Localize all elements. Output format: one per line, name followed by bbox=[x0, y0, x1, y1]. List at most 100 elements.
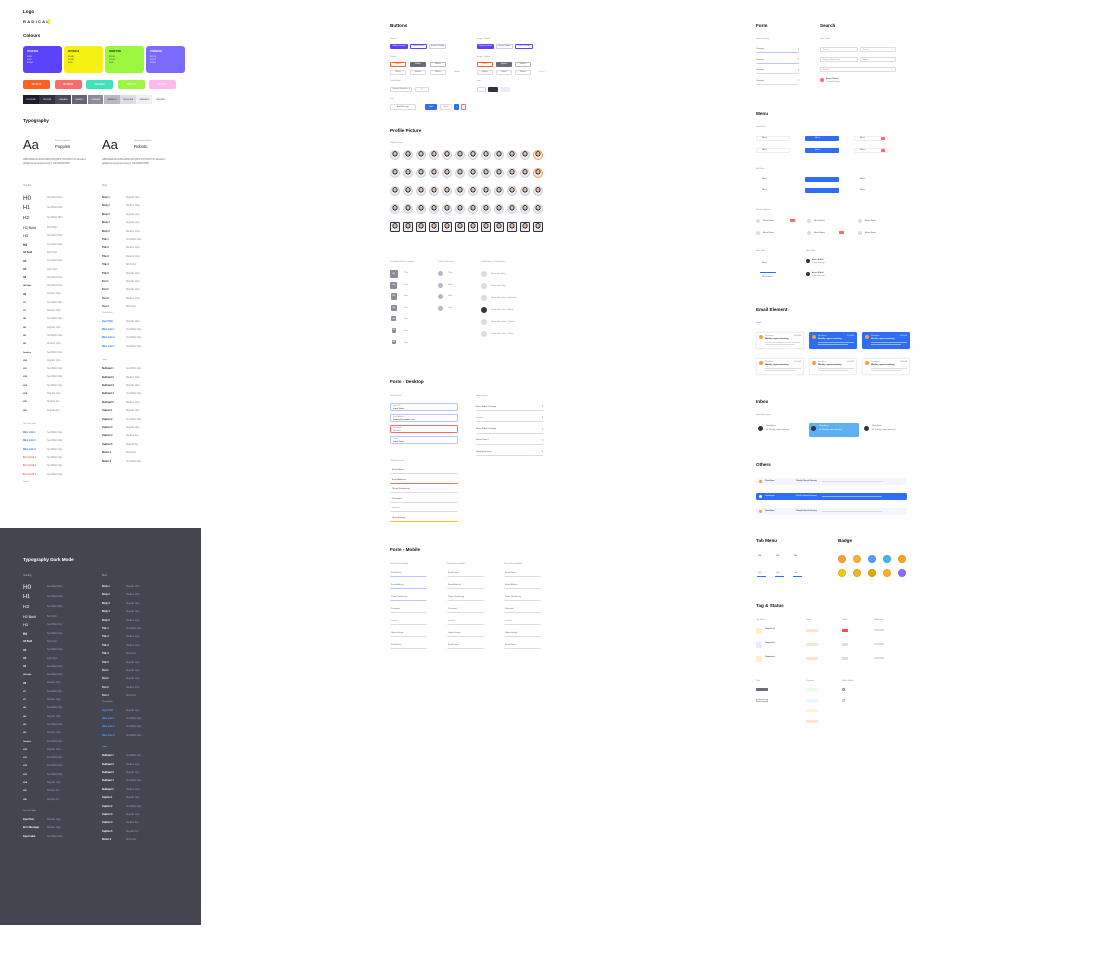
mobile-form-field[interactable]: Upload Image bbox=[504, 631, 541, 637]
icon-button-3[interactable] bbox=[500, 87, 510, 92]
button-large-hover[interactable]: Button Hover bbox=[496, 44, 513, 49]
button-disable[interactable]: Button Disable bbox=[429, 44, 446, 49]
menu-option-label[interactable]: Menu Name bbox=[865, 220, 876, 222]
country-select[interactable]: Country ▾ bbox=[756, 68, 799, 74]
mobile-form-field[interactable]: Email Address bbox=[390, 583, 427, 589]
button-outline-1[interactable]: Button bbox=[390, 62, 406, 67]
radio-switch[interactable] bbox=[842, 688, 845, 691]
form-field[interactable]: •••••••••• ▾ bbox=[476, 415, 544, 423]
mobile-form-field[interactable]: Upload Image bbox=[447, 631, 484, 637]
icon-button-2[interactable] bbox=[488, 87, 498, 92]
button-large-outline-1[interactable]: Button bbox=[477, 62, 493, 67]
avatar[interactable] bbox=[494, 204, 504, 214]
form-field[interactable]: Password •••••••••• bbox=[390, 425, 458, 433]
mobile-form-field[interactable]: Email Name bbox=[504, 643, 541, 649]
avatar[interactable] bbox=[455, 186, 465, 196]
avatar[interactable] bbox=[442, 204, 452, 214]
avatar[interactable] bbox=[442, 186, 452, 196]
avatar[interactable] bbox=[494, 186, 504, 196]
tab-item-active[interactable]: Tab bbox=[758, 572, 761, 574]
country-select[interactable]: Country ▾ bbox=[756, 58, 799, 64]
avatar[interactable] bbox=[442, 150, 452, 160]
email-card[interactable]: Rina Ayuni 09:00 AM Weekly report meeting bbox=[756, 332, 804, 349]
avatar[interactable] bbox=[468, 222, 478, 232]
avatar[interactable] bbox=[481, 204, 491, 214]
back-button[interactable]: Back bbox=[440, 104, 452, 110]
tab-item-active[interactable]: Tab bbox=[776, 572, 779, 574]
form-field[interactable]: Input Title Input Value bbox=[390, 403, 458, 411]
menu-option-label[interactable]: Menu Name bbox=[865, 232, 876, 234]
form-field[interactable]: Email Name bbox=[390, 468, 458, 474]
email-card[interactable]: Rina Ayuni 09:00 AM Weekly report meeting bbox=[862, 358, 910, 375]
radio-switch[interactable] bbox=[842, 699, 845, 702]
form-field[interactable]: Email Address testing@example.com bbox=[390, 414, 458, 422]
button-default[interactable]: Button Default bbox=[390, 44, 408, 49]
side-menu-item-active[interactable] bbox=[805, 147, 839, 153]
form-field[interactable]: Phone Numbering bbox=[390, 487, 458, 493]
avatar[interactable] bbox=[507, 204, 517, 214]
avatar[interactable] bbox=[429, 222, 439, 232]
avatar[interactable] bbox=[533, 168, 543, 178]
avatar[interactable] bbox=[416, 150, 426, 160]
close-icon[interactable]: × bbox=[461, 104, 466, 110]
avatar[interactable] bbox=[494, 150, 504, 160]
add-message-button[interactable]: Add Message bbox=[390, 104, 416, 110]
message-row[interactable]: Rina Ayuni Weekly Report Meeting bbox=[756, 508, 907, 515]
message-row[interactable]: Rina Ayuni Weekly Report Meeting bbox=[756, 478, 907, 485]
button-large-outline-7[interactable]: Button bbox=[535, 70, 549, 75]
tab-item-active[interactable]: Tab bbox=[794, 572, 797, 574]
mobile-form-field[interactable]: Phone Numbering bbox=[504, 595, 541, 601]
button-outline-2[interactable]: Button bbox=[410, 62, 426, 67]
country-select[interactable]: Country ▾ bbox=[756, 47, 799, 53]
filter-name[interactable]: Aswin Bakhil bbox=[812, 259, 823, 261]
button-outline-5[interactable]: Button bbox=[410, 70, 426, 75]
avatar[interactable] bbox=[468, 150, 478, 160]
avatar[interactable] bbox=[455, 168, 465, 178]
search-input-4[interactable]: Search bbox=[860, 57, 896, 62]
inbox-item[interactable]: Rina Ayuni Hi, Weekly report meeting bbox=[756, 423, 806, 437]
mobile-form-field[interactable]: Email Address bbox=[447, 583, 484, 589]
avatar[interactable] bbox=[403, 168, 413, 178]
mobile-form-field[interactable]: •••••••••• bbox=[390, 619, 427, 625]
mobile-form-field[interactable]: Password bbox=[390, 607, 427, 613]
mobile-form-field[interactable]: Email Name bbox=[390, 643, 427, 649]
avatar[interactable] bbox=[468, 168, 478, 178]
bar-menu-item-active[interactable] bbox=[805, 177, 839, 182]
avatar[interactable] bbox=[468, 186, 478, 196]
language-dropdown[interactable]: ▾ bbox=[415, 87, 429, 92]
bar-menu-item[interactable]: Menu bbox=[762, 189, 767, 191]
bar-menu-item[interactable]: Menu bbox=[860, 178, 865, 180]
button-hover[interactable]: Button Hover bbox=[410, 44, 427, 49]
button-large-default[interactable]: Button Default bbox=[477, 44, 494, 49]
avatar[interactable] bbox=[403, 186, 413, 196]
form-field[interactable]: Select Item 2 ▾ bbox=[476, 438, 544, 445]
menu-option-label[interactable]: Menu Name bbox=[763, 232, 774, 234]
search-input-1[interactable]: Search bbox=[820, 47, 858, 52]
avatar[interactable] bbox=[481, 222, 491, 232]
button-outline-3[interactable]: Button bbox=[430, 62, 446, 67]
avatar[interactable] bbox=[507, 168, 517, 178]
country-dropdown[interactable]: Country Selection ▾ bbox=[390, 87, 412, 92]
button-large-outline-3[interactable]: Button bbox=[515, 62, 531, 67]
avatar[interactable] bbox=[390, 204, 400, 214]
form-field[interactable]: Upload Image bbox=[390, 516, 458, 522]
email-card[interactable]: Rina Ayuni 09:00 AM Weekly report meeting bbox=[809, 358, 857, 375]
search-input-3[interactable]: Search Name Here bbox=[820, 57, 858, 62]
avatar[interactable] bbox=[455, 204, 465, 214]
avatar[interactable] bbox=[520, 204, 530, 214]
mobile-form-field[interactable]: Email Name bbox=[447, 643, 484, 649]
icon-button-1[interactable] bbox=[477, 87, 486, 92]
avatar[interactable] bbox=[403, 150, 413, 160]
button-large-outline-6[interactable]: Button bbox=[515, 70, 531, 75]
avatar[interactable] bbox=[403, 222, 413, 232]
avatar[interactable] bbox=[520, 186, 530, 196]
avatar[interactable] bbox=[455, 150, 465, 160]
avatar[interactable] bbox=[481, 168, 491, 178]
avatar[interactable] bbox=[390, 222, 400, 232]
avatar[interactable] bbox=[403, 204, 413, 214]
avatar[interactable] bbox=[481, 186, 491, 196]
avatar[interactable] bbox=[429, 186, 439, 196]
avatar[interactable] bbox=[533, 204, 543, 214]
form-field[interactable]: Upload the item ▾ bbox=[476, 449, 544, 457]
mobile-form-field[interactable]: Upload Image bbox=[390, 631, 427, 637]
